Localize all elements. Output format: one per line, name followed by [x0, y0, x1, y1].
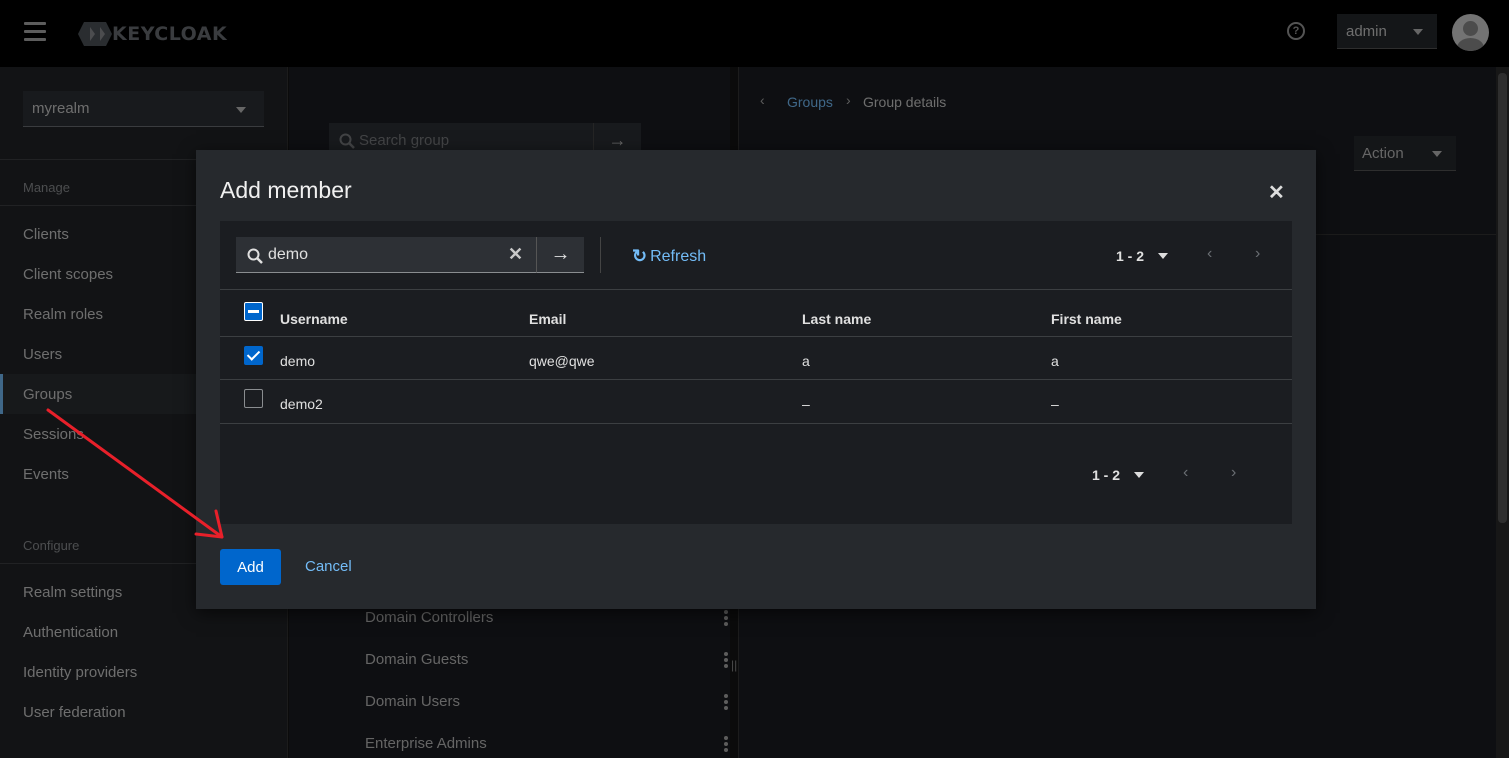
cell-first-name: –: [1051, 396, 1059, 412]
cancel-button[interactable]: Cancel: [305, 558, 352, 575]
user-table-container: ✕ → ↻ Refresh 1 - 2 ‹ › Username Email L…: [220, 221, 1292, 524]
pagination-label: 1 - 2: [1092, 467, 1121, 483]
divider: [220, 336, 1292, 337]
toolbar-divider: [600, 237, 601, 273]
pagination-dropdown[interactable]: 1 - 2: [1116, 248, 1169, 264]
next-page-icon[interactable]: ›: [1231, 464, 1236, 482]
column-header-last-name[interactable]: Last name: [802, 311, 871, 327]
add-button[interactable]: Add: [220, 549, 281, 585]
next-page-icon[interactable]: ›: [1255, 245, 1260, 263]
modal-title: Add member: [220, 177, 352, 203]
refresh-label: Refresh: [650, 247, 707, 265]
add-member-modal: Add member ✕ ✕ → ↻ Refresh 1 - 2 ‹ › Use…: [196, 150, 1316, 609]
column-header-username[interactable]: Username: [280, 311, 348, 327]
select-all-checkbox[interactable]: [244, 302, 263, 321]
caret-down-icon: [1134, 472, 1145, 478]
previous-page-icon[interactable]: ‹: [1207, 245, 1212, 263]
previous-page-icon[interactable]: ‹: [1183, 464, 1188, 482]
pagination-label: 1 - 2: [1116, 248, 1145, 264]
user-search-field[interactable]: ✕: [236, 237, 536, 273]
user-search-submit-button[interactable]: →: [536, 237, 584, 273]
clear-search-icon[interactable]: ✕: [508, 244, 523, 265]
cell-last-name: –: [802, 396, 810, 412]
column-header-first-name[interactable]: First name: [1051, 311, 1122, 327]
caret-down-icon: [1158, 253, 1169, 259]
cell-username: demo: [280, 353, 316, 369]
divider: [220, 289, 1292, 290]
row-checkbox[interactable]: [244, 389, 263, 408]
divider: [220, 423, 1292, 424]
user-search-input[interactable]: [268, 237, 498, 272]
row-checkbox[interactable]: [244, 346, 263, 365]
cell-email: qwe@qwe: [529, 353, 595, 369]
search-icon: [247, 248, 263, 264]
refresh-button[interactable]: ↻ Refresh: [632, 246, 706, 267]
refresh-icon: ↻: [632, 246, 648, 266]
pagination-dropdown-bottom[interactable]: 1 - 2: [1092, 467, 1145, 483]
close-icon[interactable]: ✕: [1268, 180, 1285, 205]
cell-username: demo2: [280, 396, 323, 412]
column-header-email[interactable]: Email: [529, 311, 566, 327]
cell-last-name: a: [802, 353, 810, 369]
divider: [220, 379, 1292, 380]
cell-first-name: a: [1051, 353, 1059, 369]
